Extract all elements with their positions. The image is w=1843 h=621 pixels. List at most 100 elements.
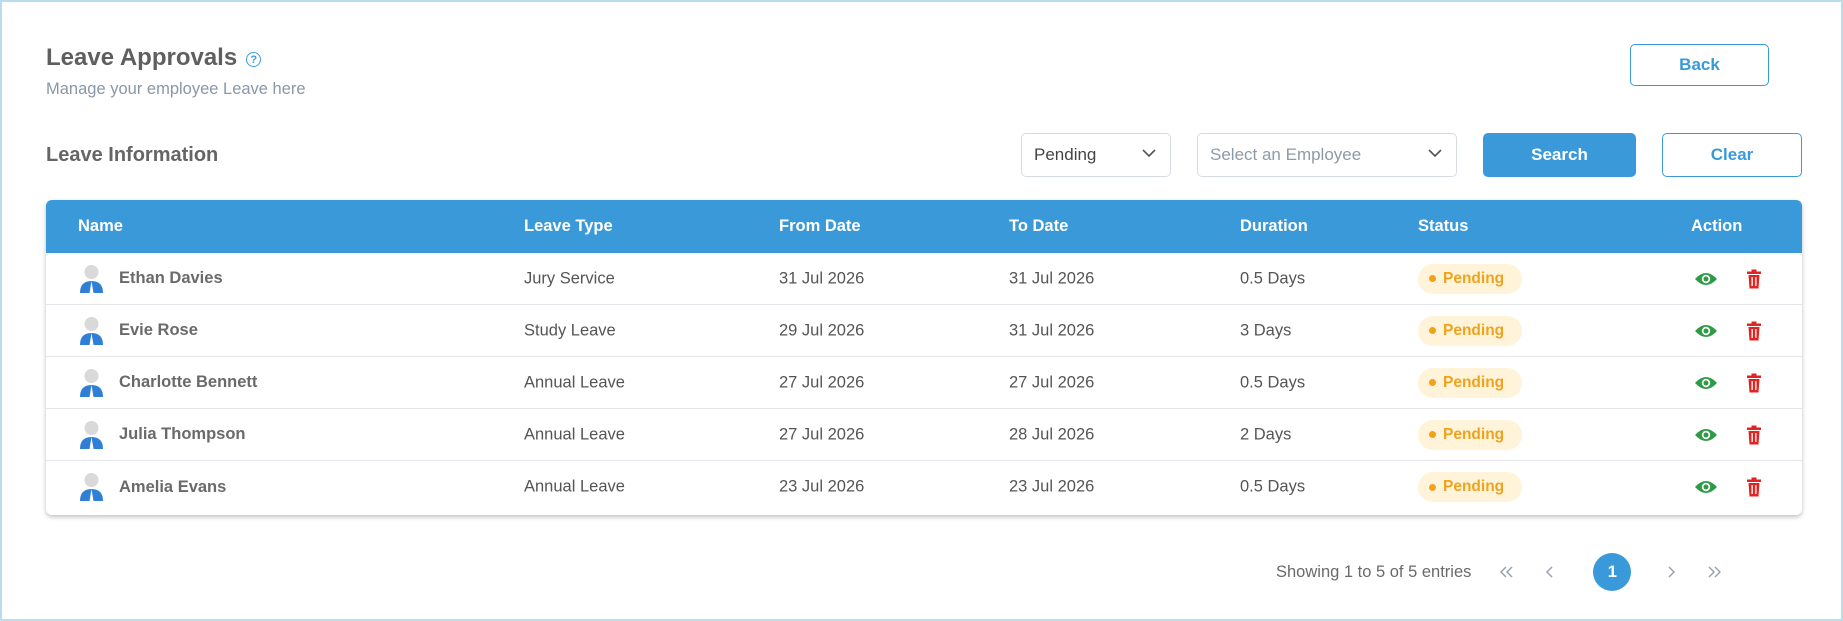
trash-icon[interactable] — [1746, 477, 1762, 497]
eye-icon[interactable] — [1694, 323, 1718, 339]
employee-cell: Evie Rose — [78, 316, 198, 346]
table-row: Ethan Davies Jury Service 31 Jul 2026 31… — [46, 253, 1802, 305]
avatar — [80, 420, 103, 449]
status-label: Pending — [1443, 269, 1505, 287]
table-row: Amelia Evans Annual Leave 23 Jul 2026 23… — [46, 461, 1802, 513]
eye-icon[interactable] — [1694, 427, 1718, 443]
status-badge: Pending — [1418, 315, 1523, 346]
eye-icon[interactable] — [1694, 479, 1718, 495]
column-header-status: Status — [1418, 217, 1469, 235]
row-actions — [1694, 477, 1762, 497]
to-date: 31 Jul 2026 — [1009, 321, 1095, 339]
duration: 2 Days — [1240, 425, 1292, 443]
chevron-down-icon — [1142, 149, 1156, 158]
status-filter-select[interactable]: Pending — [1021, 133, 1171, 177]
status-label: Pending — [1443, 373, 1505, 391]
table-header: Name Leave Type From Date To Date Durati… — [46, 200, 1802, 253]
to-date: 31 Jul 2026 — [1009, 269, 1095, 287]
column-header-duration: Duration — [1240, 217, 1308, 235]
status-label: Pending — [1443, 321, 1505, 339]
column-header-name: Name — [78, 217, 123, 235]
status-dot — [1429, 379, 1436, 386]
page-subtitle: Manage your employee Leave here — [46, 80, 306, 98]
row-actions — [1694, 321, 1762, 341]
employee-name: Amelia Evans — [119, 477, 227, 496]
to-date: 27 Jul 2026 — [1009, 373, 1095, 391]
first-page-icon[interactable] — [1497, 566, 1517, 578]
trash-icon[interactable] — [1746, 321, 1762, 341]
duration: 0.5 Days — [1240, 269, 1306, 287]
table-row: Evie Rose Study Leave 29 Jul 2026 31 Jul… — [46, 305, 1802, 357]
last-page-icon[interactable] — [1704, 566, 1724, 578]
trash-icon[interactable] — [1746, 373, 1762, 393]
from-date: 27 Jul 2026 — [779, 425, 865, 443]
status-dot — [1429, 275, 1436, 282]
employee-name: Evie Rose — [119, 321, 198, 339]
row-actions — [1694, 373, 1762, 393]
employee-select[interactable]: Select an Employee — [1197, 133, 1457, 177]
leave-type: Annual Leave — [524, 425, 625, 443]
next-page-icon[interactable] — [1661, 566, 1681, 578]
avatar — [80, 368, 103, 397]
employee-name: Charlotte Bennett — [119, 373, 258, 391]
employee-cell: Amelia Evans — [78, 472, 226, 502]
leave-type: Annual Leave — [524, 373, 625, 391]
avatar — [80, 473, 103, 501]
back-button[interactable]: Back — [1630, 44, 1769, 86]
from-date: 27 Jul 2026 — [779, 373, 865, 391]
eye-icon[interactable] — [1694, 375, 1718, 391]
employee-cell: Ethan Davies — [78, 264, 223, 294]
page-title: Leave Approvals — [46, 44, 238, 71]
status-filter-value: Pending — [1034, 145, 1097, 164]
employee-select-placeholder: Select an Employee — [1210, 145, 1362, 164]
section-title: Leave Information — [46, 144, 219, 166]
chevron-down-icon — [1428, 149, 1442, 158]
status-dot — [1429, 327, 1436, 334]
trash-icon[interactable] — [1746, 269, 1762, 289]
search-button[interactable]: Search — [1483, 133, 1636, 177]
status-badge: Pending — [1418, 263, 1523, 294]
clear-button[interactable]: Clear — [1662, 133, 1802, 177]
status-badge: Pending — [1418, 472, 1523, 502]
previous-page-icon[interactable] — [1540, 566, 1560, 578]
help-circle-icon[interactable]: ? — [246, 52, 262, 67]
avatar — [80, 316, 103, 345]
column-header-leave-type: Leave Type — [524, 217, 613, 235]
employee-cell: Charlotte Bennett — [78, 368, 257, 398]
leave-table: Name Leave Type From Date To Date Durati… — [46, 200, 1802, 515]
avatar — [80, 264, 103, 293]
leave-type: Jury Service — [524, 269, 615, 287]
status-label: Pending — [1443, 478, 1505, 495]
page-header: Leave Approvals ? Manage your employee L… — [46, 44, 306, 99]
status-dot — [1429, 431, 1436, 438]
from-date: 29 Jul 2026 — [779, 321, 865, 339]
page-number-button[interactable]: 1 — [1593, 553, 1632, 591]
duration: 0.5 Days — [1240, 373, 1306, 391]
employee-cell: Julia Thompson — [78, 420, 246, 450]
duration: 3 Days — [1240, 321, 1292, 339]
status-label: Pending — [1443, 425, 1505, 443]
duration: 0.5 Days — [1240, 477, 1306, 496]
status-dot — [1429, 483, 1436, 491]
from-date: 31 Jul 2026 — [779, 269, 865, 287]
row-actions — [1694, 425, 1762, 445]
from-date: 23 Jul 2026 — [779, 477, 865, 496]
row-actions — [1694, 269, 1762, 289]
column-header-from-date: From Date — [779, 217, 861, 235]
status-badge: Pending — [1418, 367, 1523, 398]
column-header-to-date: To Date — [1009, 217, 1069, 235]
to-date: 28 Jul 2026 — [1009, 425, 1095, 443]
leave-type: Study Leave — [524, 321, 616, 339]
pagination-info: Showing 1 to 5 of 5 entries — [1276, 562, 1472, 581]
column-header-action: Action — [1691, 217, 1743, 235]
table-body: Ethan Davies Jury Service 31 Jul 2026 31… — [46, 253, 1802, 513]
table-row: Charlotte Bennett Annual Leave 27 Jul 20… — [46, 357, 1802, 409]
to-date: 23 Jul 2026 — [1009, 477, 1095, 496]
eye-icon[interactable] — [1694, 271, 1718, 287]
status-badge: Pending — [1418, 419, 1523, 450]
leave-type: Annual Leave — [524, 477, 625, 496]
page-frame: Leave Approvals ? Manage your employee L… — [0, 0, 1843, 621]
trash-icon[interactable] — [1746, 425, 1762, 445]
employee-name: Ethan Davies — [119, 269, 223, 287]
employee-name: Julia Thompson — [119, 425, 246, 443]
